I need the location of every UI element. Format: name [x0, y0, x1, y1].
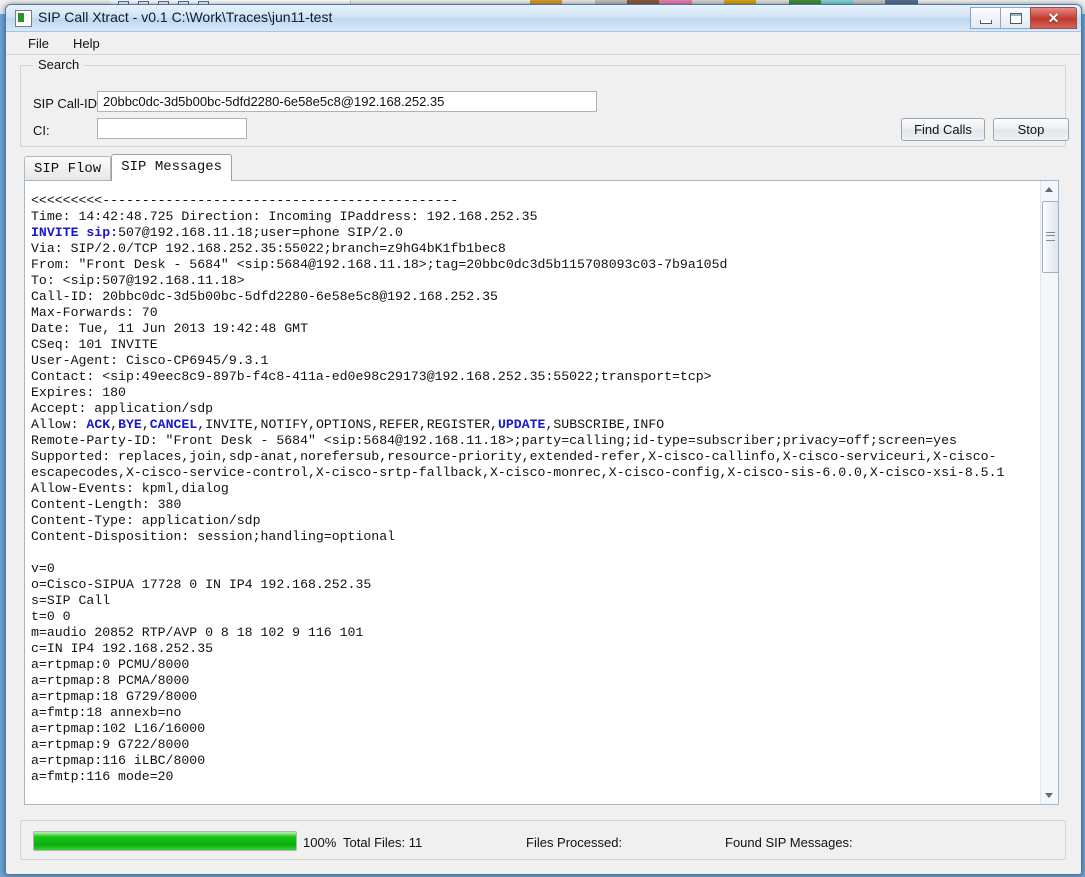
app-icon [15, 10, 32, 27]
find-calls-button[interactable]: Find Calls [901, 118, 985, 141]
menu-bar: File Help [6, 32, 1081, 55]
progress-bar-fill [34, 832, 296, 850]
tab-strip: SIP Flow SIP Messages [24, 154, 233, 181]
chevron-down-icon [1045, 793, 1053, 798]
progress-bar [33, 831, 297, 851]
sip-callid-label: SIP Call-ID: [33, 96, 101, 111]
sip-callid-input[interactable] [97, 91, 597, 112]
tab-sip-flow[interactable]: SIP Flow [24, 156, 112, 181]
window-title: SIP Call Xtract - v0.1 C:\Work\Traces\ju… [38, 9, 333, 25]
scrollbar-thumb[interactable] [1042, 201, 1059, 273]
menu-item-help[interactable]: Help [61, 34, 112, 53]
total-files-label: Total Files: 11 [343, 835, 423, 850]
close-icon: ✕ [1047, 10, 1060, 26]
title-bar: SIP Call Xtract - v0.1 C:\Work\Traces\ju… [6, 5, 1081, 32]
search-group-legend: Search [33, 57, 85, 72]
scroll-down-button[interactable] [1041, 787, 1058, 804]
ci-label: CI: [33, 123, 50, 138]
scrollbar-grip-icon [1046, 232, 1055, 241]
application-window: SIP Call Xtract - v0.1 C:\Work\Traces\ju… [5, 4, 1082, 875]
sip-messages-panel: <<<<<<<<<-------------------------------… [24, 180, 1059, 805]
vertical-scrollbar[interactable] [1040, 181, 1059, 804]
stop-button[interactable]: Stop [993, 118, 1069, 141]
minimize-button[interactable] [970, 7, 1001, 29]
status-bar: 100% Total Files: 11 Files Processed: Fo… [20, 820, 1066, 860]
scroll-up-button[interactable] [1041, 181, 1058, 198]
ci-input[interactable] [97, 118, 247, 139]
sip-message-viewport[interactable]: <<<<<<<<<-------------------------------… [25, 181, 1041, 804]
progress-percent-label: 100% [303, 835, 337, 850]
found-sip-messages-label: Found SIP Messages: [725, 835, 853, 850]
close-button[interactable]: ✕ [1030, 7, 1077, 29]
files-processed-label: Files Processed: [526, 835, 623, 850]
sip-message-text: <<<<<<<<<-------------------------------… [31, 193, 1005, 784]
window-controls: ✕ [970, 7, 1077, 29]
chevron-up-icon [1045, 187, 1053, 192]
tab-sip-messages[interactable]: SIP Messages [111, 154, 233, 181]
search-group: Search SIP Call-ID: CI: Find Calls Stop [20, 57, 1069, 147]
restore-button[interactable] [1000, 7, 1031, 29]
menu-item-file[interactable]: File [16, 34, 61, 53]
